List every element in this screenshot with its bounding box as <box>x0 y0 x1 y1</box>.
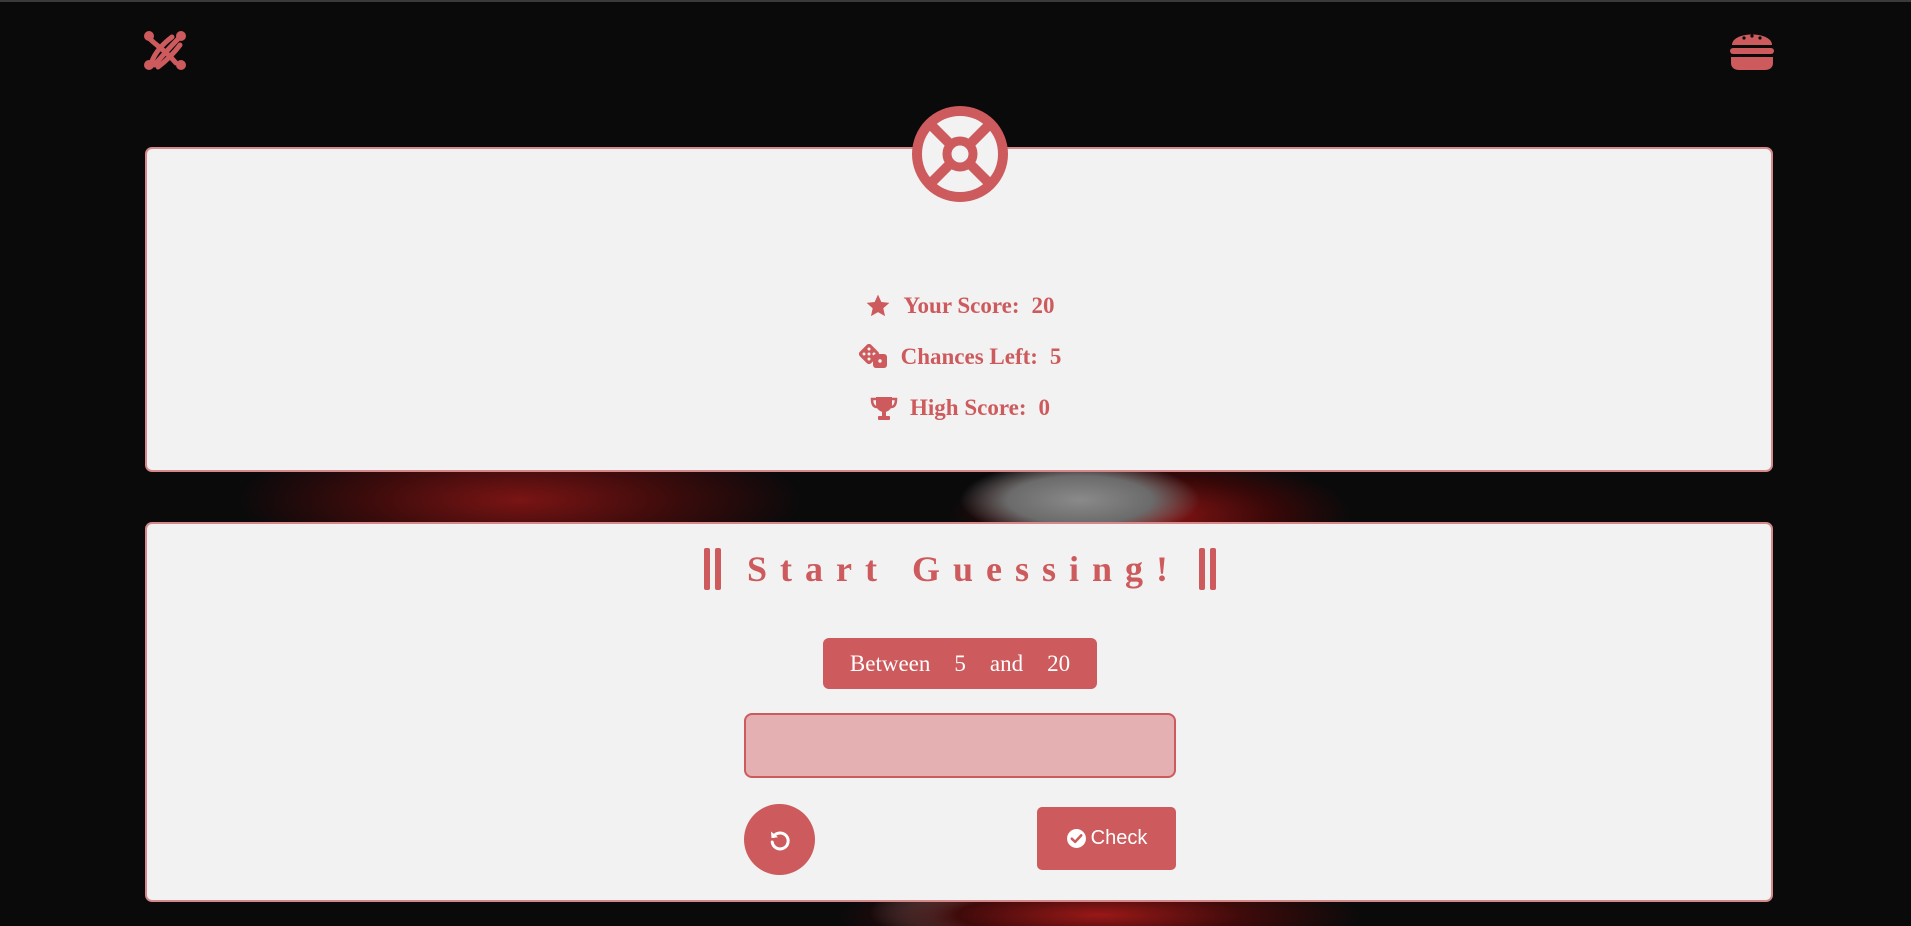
dice-icon <box>858 344 889 370</box>
range-joiner: and <box>989 650 1024 676</box>
range-max: 20 <box>1047 650 1071 676</box>
check-label: Check <box>1090 827 1148 849</box>
window-top-border <box>0 0 1911 2</box>
rotate-left-icon <box>770 831 790 850</box>
hamburger-menu-icon[interactable] <box>1728 27 1776 73</box>
title-right-bars <box>1199 548 1216 590</box>
highscore-label: High Score: <box>910 395 1027 420</box>
score-value: 20 <box>1031 293 1055 318</box>
trophy-icon <box>870 395 898 421</box>
game-title: Start Guessing! <box>0 547 1911 591</box>
range-prefix: Between <box>849 650 931 676</box>
highscore-row: High Score: 0 <box>0 393 1911 423</box>
chances-value: 5 <box>1049 344 1062 369</box>
chances-label: Chances Left: <box>900 344 1038 369</box>
title-left-bars <box>703 548 721 590</box>
reset-button[interactable] <box>744 804 815 875</box>
highscore-value: 0 <box>1038 395 1050 420</box>
check-button[interactable]: Check <box>1037 807 1176 870</box>
guess-input[interactable] <box>744 713 1176 778</box>
range-min: 5 <box>954 650 966 676</box>
title-text: Start Guessing! <box>746 549 1181 589</box>
score-label: Your Score: <box>903 293 1020 318</box>
life-ring-icon <box>912 106 1008 202</box>
joomla-logo-icon[interactable] <box>142 27 188 73</box>
chances-row: Chances Left: 5 <box>0 342 1911 372</box>
range-badge: Between 5 and 20 <box>823 638 1097 689</box>
circle-check-icon <box>1066 828 1087 849</box>
score-row: Your Score: 20 <box>0 291 1911 321</box>
star-icon <box>865 293 891 319</box>
